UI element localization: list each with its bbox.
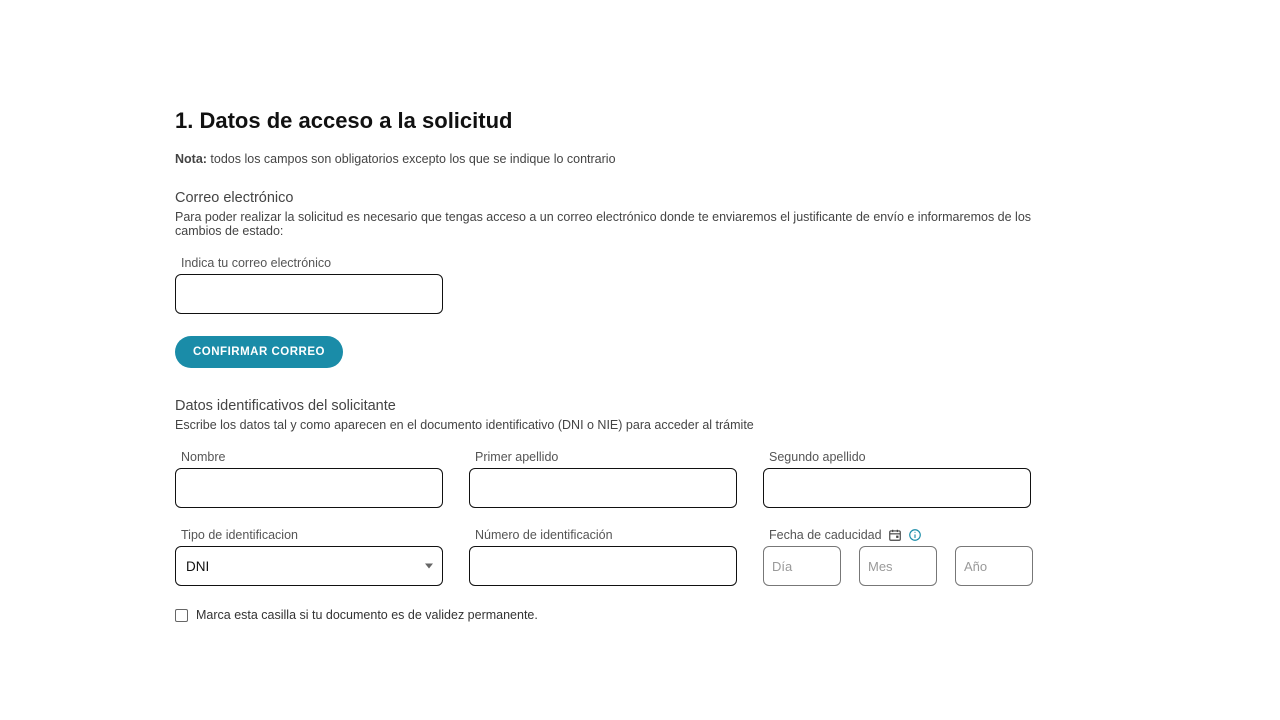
email-field-group: Indica tu correo electrónico [175, 256, 1280, 314]
calendar-icon [888, 528, 902, 542]
expiry-label: Fecha de caducidad [769, 528, 882, 542]
note-text: todos los campos son obligatorios except… [207, 152, 616, 166]
note: Nota: todos los campos son obligatorios … [175, 152, 1280, 166]
note-prefix: Nota: [175, 152, 207, 166]
id-type-select-wrap: DNI [175, 546, 443, 586]
identity-description: Escribe los datos tal y como aparecen en… [175, 418, 1035, 432]
identity-heading: Datos identificativos del solicitante [175, 398, 1280, 414]
permanent-checkbox-row: Marca esta casilla si tu documento es de… [175, 608, 1280, 622]
surname1-field-group: Primer apellido [469, 450, 737, 508]
surname1-label: Primer apellido [475, 450, 737, 464]
id-row: Tipo de identificacion DNI Número de ide… [175, 528, 1280, 586]
surname2-field-group: Segundo apellido [763, 450, 1031, 508]
expiry-field-group: Fecha de caducidad [763, 528, 1033, 586]
expiry-year-input[interactable] [955, 546, 1033, 586]
email-label: Indica tu correo electrónico [181, 256, 1280, 270]
id-number-field-group: Número de identificación [469, 528, 737, 586]
permanent-checkbox[interactable] [175, 609, 188, 622]
surname2-label: Segundo apellido [769, 450, 1031, 464]
name-field-group: Nombre [175, 450, 443, 508]
name-label: Nombre [181, 450, 443, 464]
email-heading: Correo electrónico [175, 190, 1280, 206]
expiry-month-input[interactable] [859, 546, 937, 586]
form-page: 1. Datos de acceso a la solicitud Nota: … [0, 0, 1280, 622]
id-number-input[interactable] [469, 546, 737, 586]
permanent-checkbox-label: Marca esta casilla si tu documento es de… [196, 608, 538, 622]
id-number-label: Número de identificación [475, 528, 737, 542]
email-section: Correo electrónico Para poder realizar l… [175, 190, 1280, 368]
info-icon[interactable] [908, 528, 922, 542]
email-input[interactable] [175, 274, 443, 314]
surname2-input[interactable] [763, 468, 1031, 508]
id-type-field-group: Tipo de identificacion DNI [175, 528, 443, 586]
expiry-label-row: Fecha de caducidad [769, 528, 1033, 542]
name-row: Nombre Primer apellido Segundo apellido [175, 450, 1280, 508]
name-input[interactable] [175, 468, 443, 508]
expiry-day-input[interactable] [763, 546, 841, 586]
identity-section: Datos identificativos del solicitante Es… [175, 398, 1280, 622]
id-type-select[interactable]: DNI [175, 546, 443, 586]
email-description: Para poder realizar la solicitud es nece… [175, 210, 1035, 238]
expiry-date-row [763, 546, 1033, 586]
section-title: 1. Datos de acceso a la solicitud [175, 108, 1280, 134]
surname1-input[interactable] [469, 468, 737, 508]
id-type-label: Tipo de identificacion [181, 528, 443, 542]
confirm-email-button[interactable]: CONFIRMAR CORREO [175, 336, 343, 368]
